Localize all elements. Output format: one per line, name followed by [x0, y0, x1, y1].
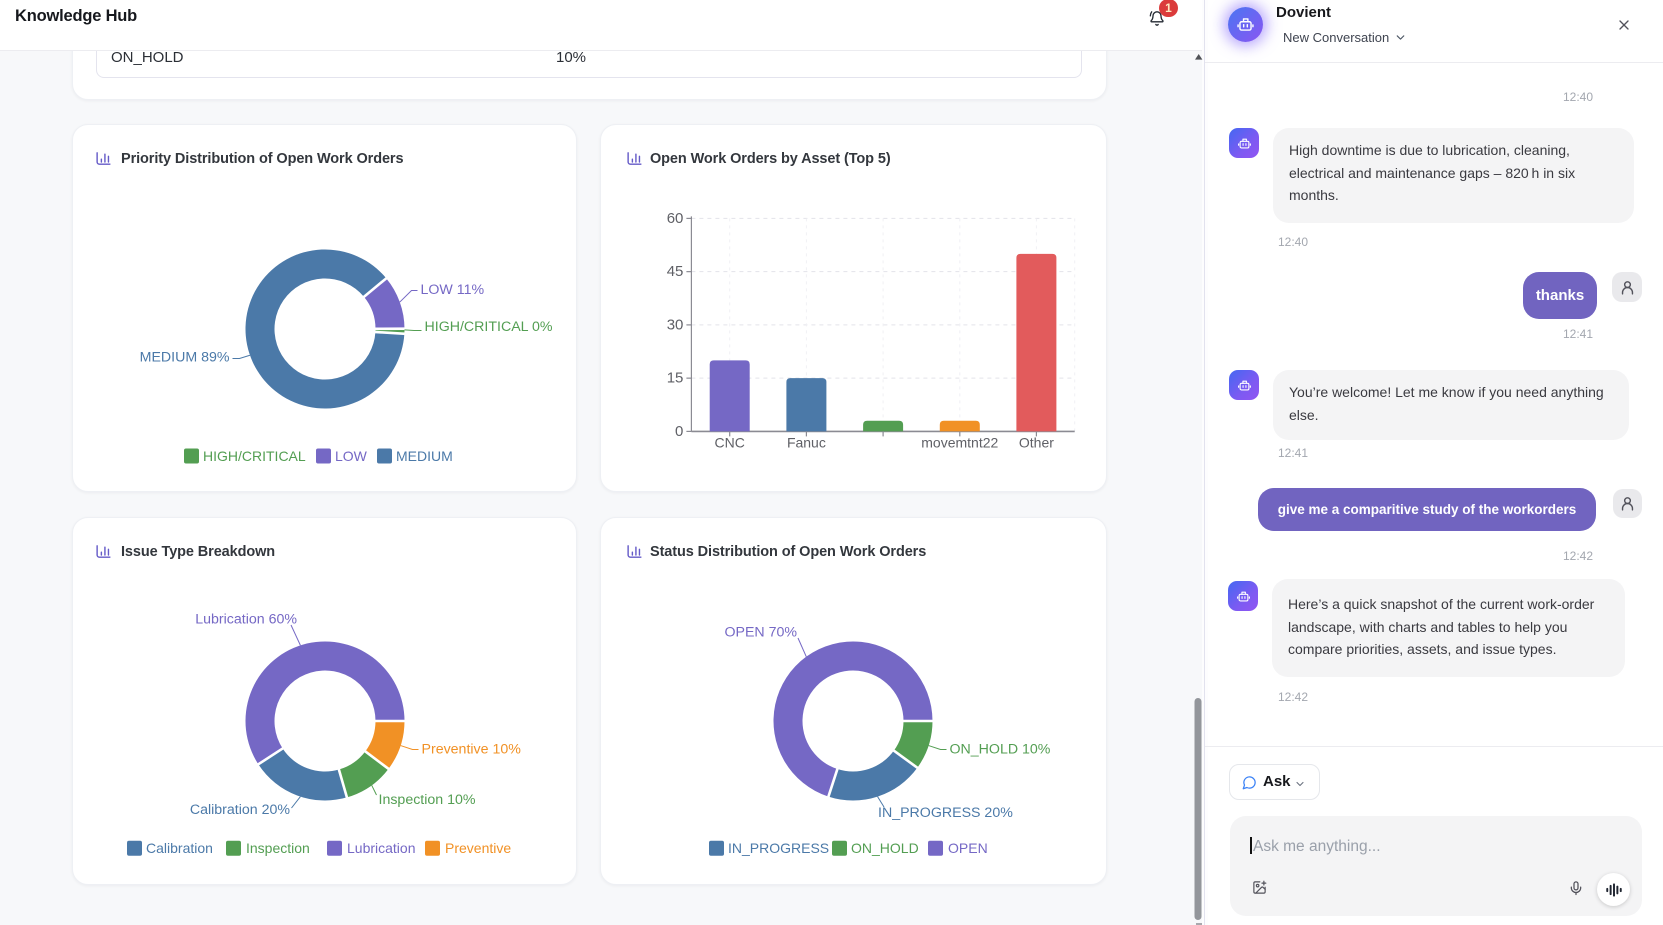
svg-text:60: 60: [667, 210, 684, 227]
svg-text:HIGH/CRITICAL: HIGH/CRITICAL: [203, 448, 306, 464]
svg-text:0: 0: [675, 423, 683, 440]
svg-text:Other: Other: [1019, 435, 1054, 451]
svg-text:ON_HOLD: ON_HOLD: [851, 840, 919, 856]
svg-text:Lubrication: Lubrication: [347, 840, 416, 856]
svg-text:45: 45: [667, 263, 684, 280]
svg-text:IN_PROGRESS 20%: IN_PROGRESS 20%: [878, 805, 1013, 821]
svg-text:LOW 11%: LOW 11%: [421, 282, 485, 298]
svg-text:CNC: CNC: [715, 435, 745, 451]
svg-text:IN_PROGRESS: IN_PROGRESS: [728, 840, 829, 856]
svg-text:Preventive: Preventive: [445, 840, 511, 856]
svg-text:Calibration: Calibration: [146, 840, 213, 856]
svg-text:OPEN 70%: OPEN 70%: [724, 624, 797, 640]
svg-text:movemtnt22: movemtnt22: [921, 435, 998, 451]
svg-text:Inspection 10%: Inspection 10%: [379, 792, 476, 808]
svg-text:Fanuc: Fanuc: [787, 435, 826, 451]
svg-text:MEDIUM 89%: MEDIUM 89%: [140, 349, 230, 365]
svg-text:MEDIUM: MEDIUM: [396, 448, 453, 464]
svg-text:15: 15: [667, 370, 684, 387]
svg-text:Preventive 10%: Preventive 10%: [422, 741, 522, 757]
svg-text:Inspection: Inspection: [246, 840, 310, 856]
svg-text:ON_HOLD 10%: ON_HOLD 10%: [950, 741, 1051, 757]
svg-text:Calibration 20%: Calibration 20%: [190, 802, 291, 818]
svg-text:OPEN: OPEN: [948, 840, 988, 856]
svg-text:Lubrication 60%: Lubrication 60%: [195, 611, 297, 627]
svg-text:HIGH/CRITICAL 0%: HIGH/CRITICAL 0%: [425, 319, 553, 335]
svg-text:LOW: LOW: [335, 448, 368, 464]
svg-text:30: 30: [667, 316, 684, 333]
